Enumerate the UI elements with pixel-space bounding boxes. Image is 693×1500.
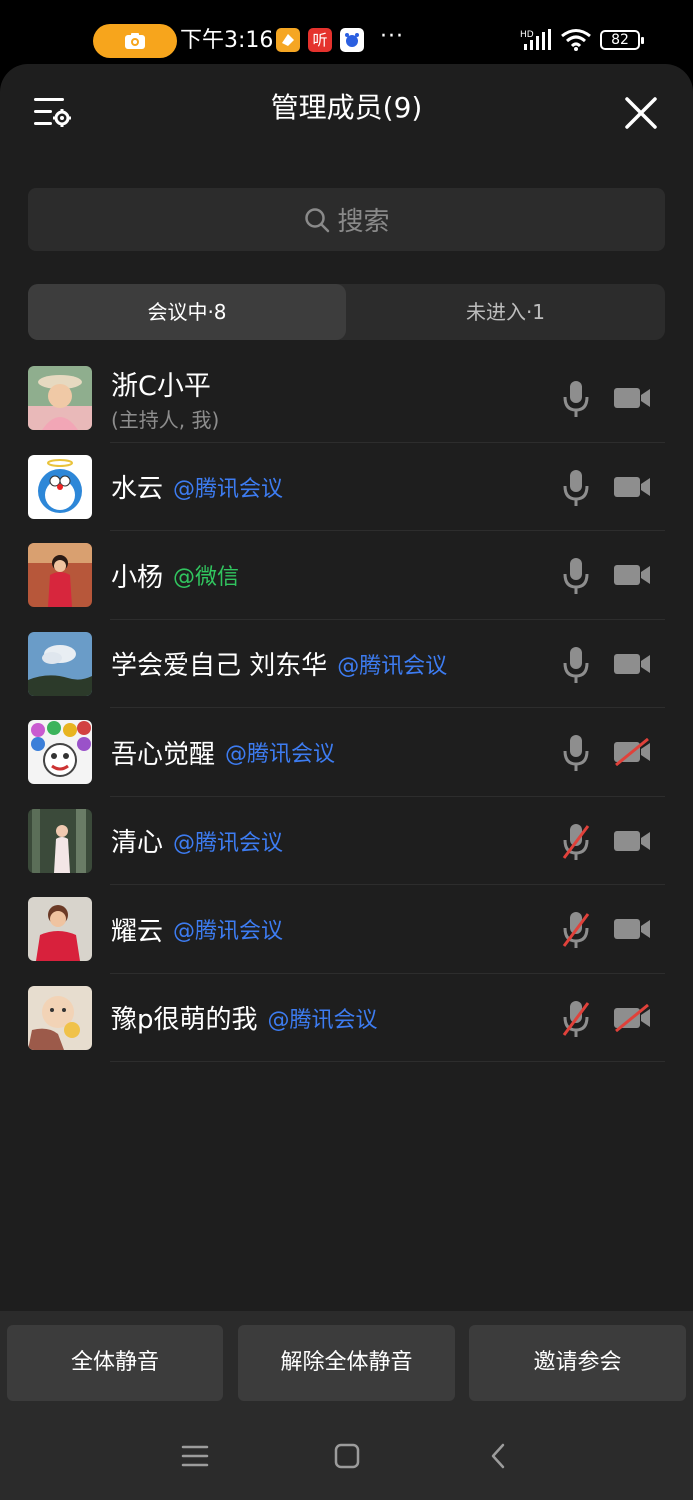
microphone-icon[interactable] xyxy=(562,379,590,419)
microphone-off-icon[interactable] xyxy=(562,999,590,1039)
status-time: 下午3:16 xyxy=(180,28,274,53)
battery-indicator: 82 xyxy=(600,30,644,50)
avatar xyxy=(28,720,92,784)
system-nav-bar xyxy=(0,1415,693,1500)
unmute-all-button[interactable]: 解除全体静音 xyxy=(238,1325,455,1401)
wifi-icon xyxy=(561,29,591,51)
microphone-icon[interactable] xyxy=(562,645,590,685)
member-row[interactable]: 学会爱自己 刘东华 @腾讯会议 xyxy=(0,620,693,708)
member-name: 吾心觉醒 xyxy=(111,739,216,770)
search-placeholder: 搜索 xyxy=(337,207,390,237)
member-row[interactable]: 豫p很萌的我 @腾讯会议 xyxy=(0,974,693,1062)
bottom-action-bar: 全体静音 解除全体静音 邀请参会 xyxy=(0,1311,693,1500)
home-icon[interactable] xyxy=(332,1441,362,1471)
avatar xyxy=(28,897,92,961)
page-title: 管理成员(9) xyxy=(270,91,423,124)
invite-button[interactable]: 邀请参会 xyxy=(469,1325,686,1401)
microphone-off-icon[interactable] xyxy=(562,822,590,862)
member-name: 豫p很萌的我 xyxy=(111,1005,258,1035)
member-row[interactable]: 清心 @腾讯会议 xyxy=(0,797,693,885)
member-platform: @腾讯会议 xyxy=(225,742,336,767)
member-name: 浙C小平 xyxy=(111,371,211,402)
member-platform: @腾讯会议 xyxy=(267,1007,378,1033)
member-platform: @腾讯会议 xyxy=(173,919,284,944)
camera-icon xyxy=(125,33,145,49)
screen-record-indicator[interactable] xyxy=(93,24,177,58)
member-name: 小杨 xyxy=(111,562,164,593)
microphone-off-icon[interactable] xyxy=(562,910,590,950)
video-camera-icon[interactable] xyxy=(613,827,651,855)
video-camera-icon[interactable] xyxy=(613,650,651,678)
video-camera-off-icon[interactable] xyxy=(613,738,651,766)
avatar xyxy=(28,543,92,607)
notification-app-icon xyxy=(276,28,300,52)
baidu-app-icon xyxy=(340,28,364,52)
member-platform: @腾讯会议 xyxy=(337,653,448,679)
member-role: (主持人, 我) xyxy=(111,408,220,432)
member-row[interactable]: 小杨 @微信 xyxy=(0,531,693,620)
avatar xyxy=(28,985,92,1050)
search-input[interactable]: 搜索 xyxy=(28,188,665,251)
microphone-icon[interactable] xyxy=(562,733,590,773)
member-platform: @腾讯会议 xyxy=(173,476,284,502)
member-name: 清心 xyxy=(111,828,164,858)
video-camera-off-icon[interactable] xyxy=(613,1003,651,1032)
microphone-icon[interactable] xyxy=(562,556,590,596)
microphone-icon[interactable] xyxy=(562,468,590,508)
more-notifications-icon: ··· xyxy=(380,24,404,49)
member-name: 学会爱自己 刘东华 xyxy=(111,651,328,681)
tab-in-meeting[interactable]: 会议中·8 xyxy=(28,284,346,340)
ting-app-icon: 听 xyxy=(308,28,332,52)
svg-text:HD: HD xyxy=(520,30,534,40)
mute-all-button[interactable]: 全体静音 xyxy=(7,1325,223,1401)
member-tabs: 会议中·8 未进入·1 xyxy=(28,284,665,340)
member-platform: @腾讯会议 xyxy=(173,830,284,856)
member-platform: @微信 xyxy=(173,565,240,590)
row-divider xyxy=(110,1061,665,1062)
avatar xyxy=(28,366,92,430)
recent-apps-icon[interactable] xyxy=(180,1441,210,1471)
close-icon[interactable] xyxy=(622,94,660,132)
video-camera-icon[interactable] xyxy=(613,384,651,412)
member-row[interactable]: 水云 @腾讯会议 xyxy=(0,443,693,531)
member-row[interactable]: 吾心觉醒 @腾讯会议 xyxy=(0,708,693,797)
search-icon xyxy=(305,207,330,232)
back-icon[interactable] xyxy=(484,1441,514,1471)
member-row[interactable]: 浙C小平 (主持人, 我) xyxy=(0,354,693,443)
member-list: 浙C小平 (主持人, 我) 水云 @腾讯会议 小杨 @微信 学会爱自己 刘东华 … xyxy=(0,354,693,1062)
avatar xyxy=(28,808,92,873)
member-name: 耀云 xyxy=(111,916,164,947)
video-camera-icon[interactable] xyxy=(613,473,651,501)
avatar xyxy=(28,454,92,519)
member-row[interactable]: 耀云 @腾讯会议 xyxy=(0,885,693,974)
video-camera-icon[interactable] xyxy=(613,561,651,589)
tab-not-joined[interactable]: 未进入·1 xyxy=(346,284,665,340)
member-name: 水云 xyxy=(111,474,164,504)
video-camera-icon[interactable] xyxy=(613,915,651,943)
signal-icon: HD xyxy=(520,29,551,50)
avatar xyxy=(28,631,92,696)
